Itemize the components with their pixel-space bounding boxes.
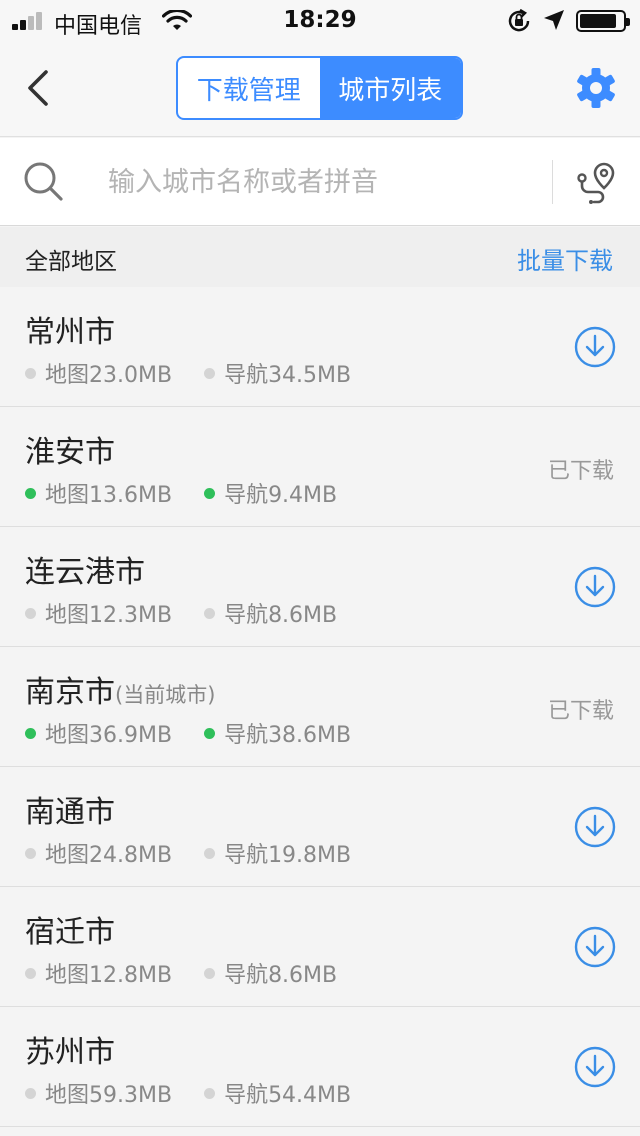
map-size: 地图24.8MB — [45, 843, 173, 868]
battery-icon — [576, 10, 630, 32]
nav-size: 导航8.6MB — [224, 603, 338, 628]
map-size: 地图12.3MB — [45, 603, 173, 628]
back-arrow-icon[interactable] — [22, 66, 56, 110]
city-row[interactable]: 宿迁市 地图12.8MB 导航8.6MB — [0, 887, 640, 1007]
status-dot — [204, 847, 216, 859]
city-list: 常州市 地图23.0MB 导航34.5MB 淮安市 地图13.6MB 导航9.4… — [0, 287, 640, 1127]
current-city-note: (当前城市) — [115, 683, 216, 707]
city-row[interactable]: 南京市(当前城市) 地图36.9MB 导航38.6MB 已下载 — [0, 647, 640, 767]
city-meta: 地图13.6MB 导航9.4MB — [25, 477, 337, 509]
tab-download-management[interactable]: 下载管理 — [178, 58, 320, 118]
download-icon[interactable] — [574, 926, 616, 968]
download-icon[interactable] — [574, 1046, 616, 1088]
search-divider — [552, 160, 553, 204]
city-meta: 地图59.3MB 导航54.4MB — [25, 1077, 351, 1109]
tab-city-list[interactable]: 城市列表 — [319, 58, 461, 118]
status-dot — [25, 727, 36, 739]
status-dot — [25, 967, 36, 979]
nav-size: 导航54.4MB — [224, 1083, 352, 1108]
rotation-lock-icon — [508, 8, 530, 32]
map-size: 地图36.9MB — [45, 723, 173, 748]
map-size: 地图13.6MB — [45, 483, 173, 508]
route-location-icon[interactable] — [574, 160, 618, 204]
city-row[interactable]: 连云港市 地图12.3MB 导航8.6MB — [0, 527, 640, 647]
status-dot — [204, 487, 216, 499]
gear-icon[interactable] — [574, 66, 618, 110]
status-dot — [25, 607, 36, 619]
city-meta: 地图12.3MB 导航8.6MB — [25, 597, 337, 629]
city-name: 宿迁市 — [25, 915, 115, 950]
status-dot — [25, 487, 36, 499]
status-dot — [204, 727, 216, 739]
city-name: 南通市 — [25, 795, 115, 830]
map-size: 地图59.3MB — [45, 1083, 173, 1108]
downloaded-label: 已下载 — [547, 699, 614, 724]
city-name: 常州市 — [25, 315, 115, 350]
nav-size: 导航38.6MB — [224, 723, 352, 748]
section-header: 全部地区 批量下载 — [0, 227, 640, 287]
download-icon[interactable] — [574, 566, 616, 608]
city-row[interactable]: 南通市 地图24.8MB 导航19.8MB — [0, 767, 640, 887]
status-dot — [204, 967, 216, 979]
city-row[interactable]: 苏州市 地图59.3MB 导航54.4MB — [0, 1007, 640, 1127]
search-bar — [0, 138, 640, 226]
batch-download-button[interactable]: 批量下载 — [517, 241, 613, 276]
status-dot — [25, 367, 36, 379]
nav-size: 导航8.6MB — [224, 963, 338, 988]
city-meta: 地图12.8MB 导航8.6MB — [25, 957, 337, 989]
city-name: 淮安市 — [25, 435, 115, 470]
city-row[interactable]: 淮安市 地图13.6MB 导航9.4MB 已下载 — [0, 407, 640, 527]
nav-size: 导航34.5MB — [224, 363, 352, 388]
city-meta: 地图36.9MB 导航38.6MB — [25, 717, 351, 749]
status-dot — [25, 1087, 36, 1099]
status-bar: 中国电信 18:29 — [0, 0, 640, 40]
navigation-bar: 下载管理 城市列表 — [0, 40, 640, 137]
nav-size: 导航19.8MB — [224, 843, 352, 868]
city-name: 苏州市 — [25, 1035, 115, 1070]
nav-size: 导航9.4MB — [224, 483, 338, 508]
city-name: 连云港市 — [25, 555, 145, 590]
status-dot — [204, 607, 216, 619]
status-dot — [204, 1087, 216, 1099]
search-input[interactable] — [108, 158, 528, 206]
city-row[interactable]: 常州市 地图23.0MB 导航34.5MB — [0, 287, 640, 407]
segmented-control: 下载管理 城市列表 — [176, 56, 463, 120]
map-size: 地图12.8MB — [45, 963, 173, 988]
download-icon[interactable] — [574, 806, 616, 848]
download-icon[interactable] — [574, 326, 616, 368]
city-meta: 地图24.8MB 导航19.8MB — [25, 837, 351, 869]
downloaded-label: 已下载 — [547, 459, 614, 484]
location-arrow-icon — [544, 10, 564, 30]
city-meta: 地图23.0MB 导航34.5MB — [25, 357, 351, 389]
section-title: 全部地区 — [25, 249, 117, 275]
city-name: 南京市(当前城市) — [25, 675, 216, 710]
status-dot — [204, 367, 216, 379]
map-size: 地图23.0MB — [45, 363, 173, 388]
search-icon — [24, 162, 63, 201]
status-dot — [25, 847, 36, 859]
